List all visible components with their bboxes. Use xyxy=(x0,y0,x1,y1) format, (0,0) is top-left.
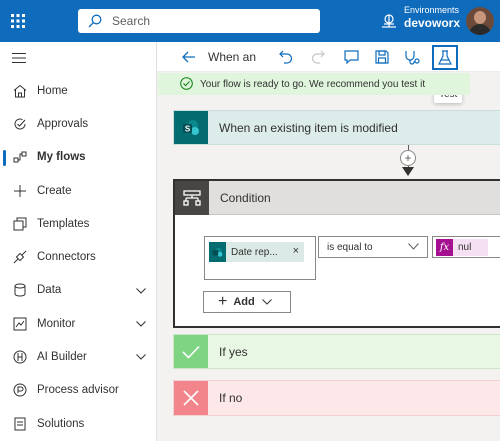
monitor-icon xyxy=(12,316,28,332)
arrow-down-icon xyxy=(402,167,414,176)
designer-toolbar: When an xyxy=(157,42,500,72)
checkmark-icon xyxy=(174,335,208,368)
redo-icon[interactable] xyxy=(307,42,329,72)
save-icon[interactable] xyxy=(371,42,393,72)
svg-text:S: S xyxy=(185,124,191,133)
plus-icon xyxy=(12,183,28,199)
fx-icon: fx xyxy=(436,239,453,256)
chevron-down-icon xyxy=(408,242,419,253)
flask-icon xyxy=(438,50,452,65)
if-yes-label: If yes xyxy=(219,344,248,359)
environment-picker[interactable]: Environments devoworx xyxy=(404,5,460,30)
chevron-down-icon xyxy=(261,296,272,308)
if-yes-branch[interactable]: If yes xyxy=(173,334,500,369)
flow-icon xyxy=(12,149,28,165)
sidebar-item-data[interactable]: Data xyxy=(0,274,156,307)
connectors-icon xyxy=(12,249,28,265)
sidebar-item-label: Create xyxy=(37,184,72,197)
sidebar-item-label: Data xyxy=(37,284,62,297)
trigger-card[interactable]: S When an existing item is modified xyxy=(173,110,500,145)
environment-name: devoworx xyxy=(404,16,461,30)
sidebar-item-label: Connectors xyxy=(37,251,96,264)
approvals-icon xyxy=(12,116,28,132)
search-icon xyxy=(88,14,102,28)
sidebar-item-label: Monitor xyxy=(37,317,76,330)
sharepoint-icon xyxy=(209,242,226,262)
search-placeholder: Search xyxy=(112,14,151,28)
add-button[interactable]: + Add xyxy=(203,291,291,313)
environment-icon[interactable] xyxy=(379,11,399,31)
home-icon xyxy=(12,83,28,99)
sidebar: Home Approvals My flows Create Templates… xyxy=(0,42,157,441)
success-banner: Your flow is ready to go. We recommend y… xyxy=(158,73,470,95)
expression-token[interactable]: fx nul xyxy=(436,239,488,256)
back-arrow-icon[interactable] xyxy=(179,42,199,72)
condition-icon xyxy=(175,180,209,215)
sidebar-item-home[interactable]: Home xyxy=(0,74,156,107)
expression-label: nul xyxy=(458,242,472,253)
sidebar-item-monitor[interactable]: Monitor xyxy=(0,307,156,340)
condition-card[interactable]: Condition Date rep... × is equal to fx n… xyxy=(173,179,500,328)
add-label: Add xyxy=(233,296,255,308)
banner-message: Your flow is ready to go. We recommend y… xyxy=(200,78,426,90)
dynamic-content-token[interactable]: Date rep... × xyxy=(209,242,304,262)
checkmark-circle-icon xyxy=(180,77,193,93)
chevron-down-icon[interactable] xyxy=(136,318,146,330)
plus-icon: + xyxy=(218,293,228,310)
sidebar-item-ai-builder[interactable]: AI Builder xyxy=(0,340,156,373)
sidebar-item-label: Solutions xyxy=(37,417,85,430)
flow-checker-icon[interactable] xyxy=(401,42,423,72)
condition-left-operand[interactable]: Date rep... × xyxy=(204,236,316,280)
insert-step-button[interactable]: + xyxy=(400,150,416,166)
environment-label: Environments xyxy=(404,5,460,15)
solutions-icon xyxy=(12,416,28,432)
database-icon xyxy=(12,282,28,298)
sharepoint-icon: S xyxy=(174,111,208,144)
hamburger-icon[interactable] xyxy=(0,42,156,74)
condition-right-operand[interactable]: fx nul xyxy=(432,236,500,258)
if-no-branch[interactable]: If no xyxy=(173,380,500,416)
templates-icon xyxy=(12,216,28,232)
comment-icon[interactable] xyxy=(340,42,362,72)
trigger-title: When an existing item is modified xyxy=(219,120,398,135)
sidebar-item-label: Home xyxy=(37,84,68,97)
sidebar-item-create[interactable]: Create xyxy=(0,174,156,207)
sidebar-item-my-flows[interactable]: My flows xyxy=(0,141,156,174)
condition-header[interactable]: Condition xyxy=(175,180,500,215)
operator-value: is equal to xyxy=(327,241,373,253)
close-icon xyxy=(174,381,208,415)
undo-icon[interactable] xyxy=(275,42,297,72)
operator-dropdown[interactable]: is equal to xyxy=(318,236,428,258)
sidebar-item-label: Templates xyxy=(37,217,90,230)
if-no-label: If no xyxy=(219,391,243,405)
sidebar-item-label: Process advisor xyxy=(37,384,119,397)
sidebar-item-connectors[interactable]: Connectors xyxy=(0,240,156,273)
token-label: Date rep... xyxy=(231,246,278,258)
chevron-down-icon[interactable] xyxy=(136,285,146,297)
app-launcher-icon[interactable] xyxy=(2,0,34,42)
sidebar-item-label: Approvals xyxy=(37,117,89,130)
sidebar-item-templates[interactable]: Templates xyxy=(0,207,156,240)
condition-title: Condition xyxy=(220,190,271,205)
flow-designer: When an Test Your flow is ready to go. W… xyxy=(157,42,500,441)
sidebar-item-solutions[interactable]: Solutions xyxy=(0,407,156,440)
chevron-down-icon[interactable] xyxy=(136,351,146,363)
test-button[interactable] xyxy=(432,45,458,70)
condition-body: Date rep... × is equal to fx nul + Add xyxy=(175,217,500,327)
avatar[interactable] xyxy=(466,7,494,35)
sidebar-item-label: AI Builder xyxy=(37,351,87,364)
ai-builder-icon xyxy=(12,349,28,365)
search-input[interactable]: Search xyxy=(78,9,320,33)
top-bar: Search Environments devoworx xyxy=(0,0,500,42)
sidebar-item-process-advisor[interactable]: Process advisor xyxy=(0,374,156,407)
process-advisor-icon xyxy=(12,382,28,398)
close-icon[interactable]: × xyxy=(293,245,299,257)
sidebar-item-label: My flows xyxy=(37,151,86,164)
sidebar-item-approvals[interactable]: Approvals xyxy=(0,107,156,140)
flow-title: When an xyxy=(208,50,257,64)
